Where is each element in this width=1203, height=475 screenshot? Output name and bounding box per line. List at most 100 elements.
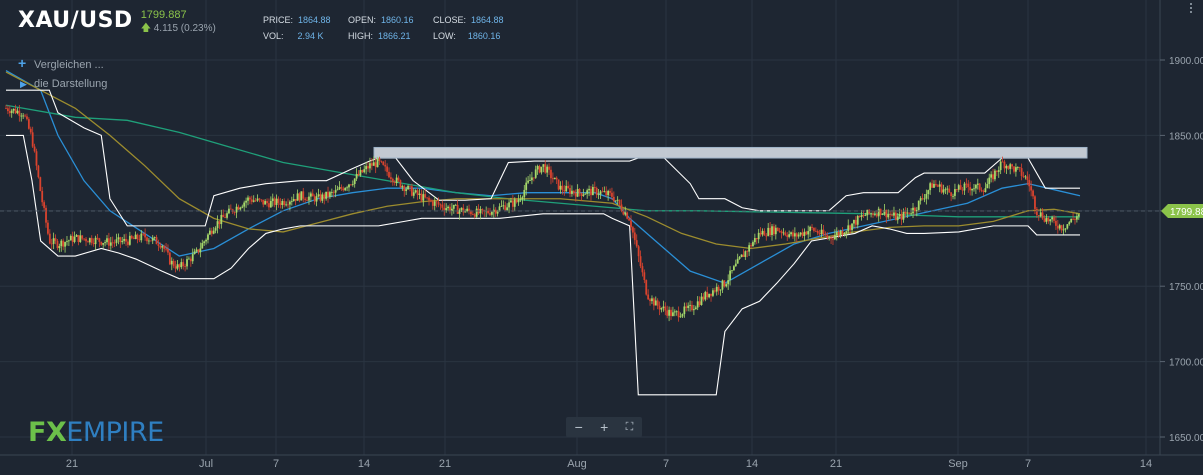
candle-body <box>416 190 419 195</box>
candle-body <box>456 204 459 214</box>
high-label: HIGH: <box>348 31 374 41</box>
candle-body <box>868 209 871 214</box>
candle-body <box>149 240 152 242</box>
y-tick-label: 1750.00 <box>1169 282 1203 293</box>
candle-body <box>212 230 215 234</box>
zoom-in-button[interactable]: + <box>600 419 608 435</box>
candle-body <box>874 214 876 215</box>
candle-body <box>813 227 815 231</box>
x-tick-label: 7 <box>273 458 279 470</box>
candle-body <box>531 177 533 181</box>
candle-body <box>1047 217 1050 222</box>
more-menu-icon[interactable] <box>1190 2 1194 15</box>
candle-body <box>555 177 558 180</box>
candle-body <box>506 207 509 211</box>
candle-body <box>1001 161 1004 163</box>
candle-body <box>601 191 604 193</box>
candle-body <box>685 306 688 308</box>
candle-body <box>283 201 286 206</box>
candle-body <box>660 308 663 310</box>
candle-body <box>700 296 703 305</box>
candle-body <box>22 115 25 117</box>
candle-body <box>1053 217 1055 221</box>
candle-body <box>45 207 47 223</box>
candle-body <box>205 239 207 242</box>
candle-body <box>289 201 291 205</box>
zoom-out-button[interactable]: − <box>575 419 583 435</box>
candle-body <box>792 232 794 237</box>
candle-body <box>281 201 284 205</box>
candle-body <box>431 201 434 206</box>
fullscreen-icon[interactable]: ⛶ <box>626 421 634 434</box>
candle-body <box>435 201 438 203</box>
candle-body <box>327 191 329 197</box>
candle-body <box>66 241 68 243</box>
candle-body <box>517 199 520 203</box>
candle-body <box>422 194 425 201</box>
candle-body <box>527 180 530 183</box>
candle-body <box>976 183 979 185</box>
display-button[interactable]: ▶ die Darstellung <box>18 75 107 94</box>
candle-body <box>353 178 356 185</box>
candle-body <box>713 290 716 292</box>
price-chart[interactable]: 21 Jul 7 14 21 Aug 7 14 21 Sep 7 14 1900.00 1850.00 18… <box>0 0 1203 475</box>
candle-body <box>849 225 852 231</box>
candle-body <box>942 189 945 193</box>
candle-body <box>249 197 251 200</box>
candle-body <box>216 221 219 229</box>
candle-body <box>656 300 659 306</box>
candle-body <box>702 296 705 300</box>
candle-body <box>847 225 850 232</box>
candle-body <box>325 191 328 199</box>
candle-body <box>1060 225 1063 231</box>
candle-body <box>896 216 899 221</box>
y-tick-label: 1900.00 <box>1169 56 1203 67</box>
candle-body <box>441 204 444 208</box>
candle-body <box>774 227 777 235</box>
candle-body <box>308 196 310 201</box>
candle-body <box>418 193 421 195</box>
candle-body <box>155 237 158 245</box>
candle-body <box>894 212 897 221</box>
candle-body <box>523 189 526 198</box>
candle-body <box>710 293 712 296</box>
candle-body <box>595 187 598 195</box>
candle-body <box>721 280 724 290</box>
candle-body <box>208 230 211 235</box>
candle-body <box>561 185 564 191</box>
candle-body <box>334 190 337 193</box>
candle-body <box>755 238 758 240</box>
candle-body <box>90 238 93 243</box>
candle-body <box>386 166 388 172</box>
candle-body <box>580 192 583 196</box>
compare-button[interactable]: + Vergleichen ... <box>18 54 107 75</box>
candle-body <box>138 239 141 241</box>
candle-body <box>1045 217 1048 222</box>
candle-body <box>330 192 333 193</box>
candle-body <box>559 185 562 190</box>
candle-body <box>123 238 126 241</box>
y-tick-label: 1700.00 <box>1169 358 1203 369</box>
candle-body <box>588 188 590 191</box>
candle-body <box>94 237 97 245</box>
candle-body <box>487 210 489 214</box>
candle-body <box>1013 166 1015 172</box>
candle-body <box>296 193 299 201</box>
candle-body <box>534 169 537 178</box>
candle-body <box>820 229 823 235</box>
candle-body <box>170 260 173 265</box>
candle-body <box>361 169 364 173</box>
candle-body <box>264 201 267 205</box>
candle-body <box>98 238 101 242</box>
chart-area[interactable]: 21 Jul 7 14 21 Aug 7 14 21 Sep 7 14 1900.00 1850.00 18… <box>0 0 1203 475</box>
candle-body <box>914 207 916 212</box>
candle-body <box>725 284 728 287</box>
candle-body <box>607 190 610 196</box>
candle-body <box>862 215 865 216</box>
candle-body <box>1024 176 1027 178</box>
candle-body <box>626 212 629 219</box>
candle-body <box>574 192 577 197</box>
candle-body <box>853 219 855 224</box>
candle-body <box>691 304 693 311</box>
candle-body <box>910 213 913 215</box>
